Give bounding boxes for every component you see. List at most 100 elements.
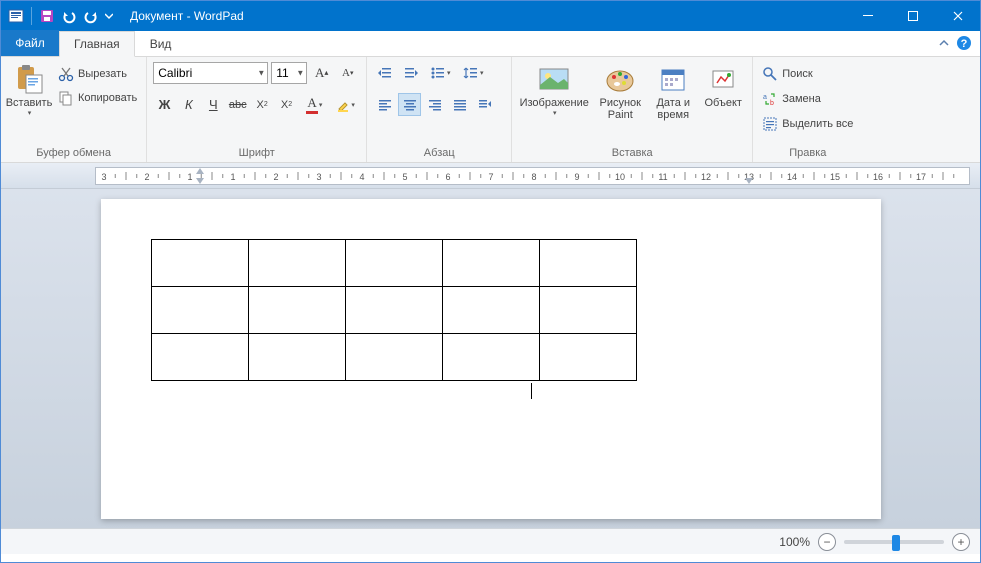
undo-icon[interactable] xyxy=(60,7,78,25)
strikethrough-button[interactable]: abc xyxy=(227,93,249,116)
text-cursor xyxy=(531,383,532,399)
highlight-button[interactable]: ▾ xyxy=(331,93,360,116)
tab-home-label: Главная xyxy=(74,37,120,51)
insert-paint-label: Рисунок Paint xyxy=(596,97,644,121)
increase-indent-button[interactable] xyxy=(399,61,422,84)
tab-file-label: Файл xyxy=(15,36,45,50)
align-left-button[interactable] xyxy=(373,93,396,116)
table-cell[interactable] xyxy=(539,334,636,381)
window-title: Документ - WordPad xyxy=(130,9,845,23)
svg-text:3: 3 xyxy=(316,172,321,182)
svg-text:1: 1 xyxy=(230,172,235,182)
italic-button[interactable]: К xyxy=(178,93,200,116)
bold-button[interactable]: Ж xyxy=(153,93,175,116)
subscript-button[interactable]: X2 xyxy=(251,93,273,116)
table-cell[interactable] xyxy=(248,334,345,381)
chevron-down-icon: ▼ xyxy=(257,68,265,77)
quick-access-toolbar xyxy=(1,7,120,25)
svg-text:11: 11 xyxy=(658,172,667,182)
status-bar: 100% − + xyxy=(1,528,980,554)
svg-text:2: 2 xyxy=(273,172,278,182)
insert-image-button[interactable]: Изображение▾ xyxy=(518,61,590,119)
cut-label: Вырезать xyxy=(78,68,127,80)
horizontal-ruler[interactable]: 3211234567891011121314151617 xyxy=(95,167,970,185)
align-right-button[interactable] xyxy=(423,93,446,116)
table-cell[interactable] xyxy=(345,240,442,287)
group-clipboard-label: Буфер обмена xyxy=(7,145,140,160)
replace-button[interactable]: ab Замена xyxy=(759,88,824,110)
table-cell[interactable] xyxy=(442,334,539,381)
svg-text:12: 12 xyxy=(701,172,711,182)
find-button[interactable]: Поиск xyxy=(759,63,815,85)
tab-home[interactable]: Главная xyxy=(59,31,135,57)
document-table[interactable] xyxy=(151,239,637,381)
paste-button[interactable]: Вставить ▾ xyxy=(7,61,51,119)
scissors-icon xyxy=(58,66,74,82)
svg-text:7: 7 xyxy=(488,172,493,182)
select-all-button[interactable]: Выделить все xyxy=(759,113,856,135)
decrease-indent-button[interactable] xyxy=(373,61,396,84)
group-font: Calibri ▼ 11 ▼ A▴ A▾ Ж К Ч abc X2 X2 A▾ … xyxy=(147,57,367,162)
insert-datetime-button[interactable]: Дата и время xyxy=(650,61,696,123)
copy-icon xyxy=(58,90,74,106)
table-cell[interactable] xyxy=(151,334,248,381)
underline-button[interactable]: Ч xyxy=(202,93,224,116)
chevron-down-icon: ▾ xyxy=(28,109,32,117)
svg-text:17: 17 xyxy=(916,172,926,182)
table-cell[interactable] xyxy=(151,240,248,287)
svg-text:15: 15 xyxy=(830,172,840,182)
redo-icon[interactable] xyxy=(82,7,100,25)
shrink-font-button[interactable]: A▾ xyxy=(336,61,359,84)
paste-icon xyxy=(13,63,45,95)
document-area[interactable] xyxy=(1,189,980,528)
font-name-select[interactable]: Calibri ▼ xyxy=(153,62,268,84)
table-cell[interactable] xyxy=(539,240,636,287)
minimize-button[interactable] xyxy=(845,1,890,31)
insert-paint-button[interactable]: Рисунок Paint xyxy=(594,61,646,123)
help-icon[interactable]: ? xyxy=(956,35,972,51)
table-cell[interactable] xyxy=(345,334,442,381)
tab-view[interactable]: Вид xyxy=(135,30,187,56)
table-cell[interactable] xyxy=(248,287,345,334)
table-cell[interactable] xyxy=(248,240,345,287)
table-cell[interactable] xyxy=(345,287,442,334)
zoom-in-button[interactable]: + xyxy=(952,533,970,551)
group-clipboard: Вставить ▾ Вырезать Копировать Буфер обм… xyxy=(1,57,147,162)
copy-button[interactable]: Копировать xyxy=(55,87,140,109)
ribbon-collapse-icon[interactable] xyxy=(938,37,950,49)
table-cell[interactable] xyxy=(539,287,636,334)
tab-view-label: Вид xyxy=(150,37,172,51)
zoom-slider-thumb[interactable] xyxy=(892,535,900,551)
bullet-list-button[interactable]: ▾ xyxy=(425,61,455,84)
group-font-label: Шрифт xyxy=(153,145,360,160)
paragraph-dialog-button[interactable] xyxy=(473,93,496,116)
page[interactable] xyxy=(101,199,881,519)
table-cell[interactable] xyxy=(442,240,539,287)
svg-text:14: 14 xyxy=(787,172,797,182)
line-spacing-button[interactable]: ▾ xyxy=(458,61,488,84)
image-icon xyxy=(538,63,570,95)
table-cell[interactable] xyxy=(151,287,248,334)
align-center-button[interactable] xyxy=(398,93,421,116)
tab-file[interactable]: Файл xyxy=(1,30,59,56)
align-justify-button[interactable] xyxy=(448,93,471,116)
chevron-down-icon: ▼ xyxy=(296,68,304,77)
group-editing-label: Правка xyxy=(759,145,856,160)
zoom-value: 100% xyxy=(779,535,810,549)
cut-button[interactable]: Вырезать xyxy=(55,63,140,85)
font-color-button[interactable]: A▾ xyxy=(300,93,329,116)
superscript-button[interactable]: X2 xyxy=(275,93,297,116)
grow-font-button[interactable]: A▴ xyxy=(310,61,333,84)
zoom-out-button[interactable]: − xyxy=(818,533,836,551)
app-icon[interactable] xyxy=(7,7,25,25)
qat-customize-icon[interactable] xyxy=(104,7,114,25)
font-size-select[interactable]: 11 ▼ xyxy=(271,62,307,84)
zoom-slider[interactable] xyxy=(844,540,944,544)
maximize-button[interactable] xyxy=(890,1,935,31)
table-cell[interactable] xyxy=(442,287,539,334)
svg-text:1: 1 xyxy=(187,172,192,182)
close-button[interactable] xyxy=(935,1,980,31)
insert-object-button[interactable]: Объект xyxy=(700,61,746,111)
save-icon[interactable] xyxy=(38,7,56,25)
group-paragraph-label: Абзац xyxy=(373,145,505,160)
